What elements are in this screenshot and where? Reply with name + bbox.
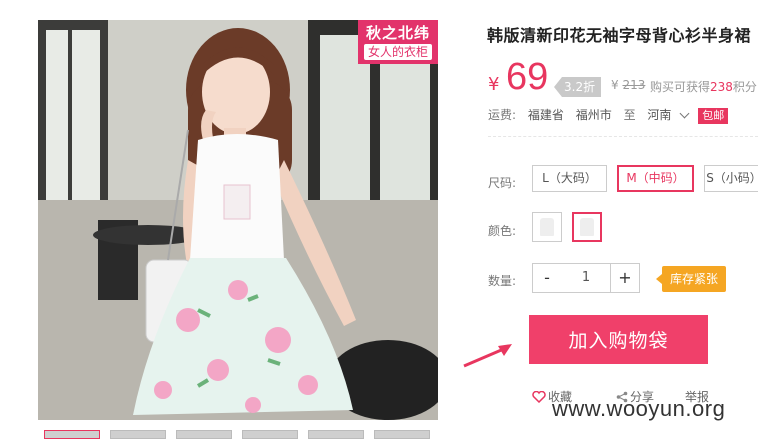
quantity-label: 数量: bbox=[488, 274, 517, 288]
ship-to-province-select[interactable]: 河南 bbox=[647, 108, 694, 122]
thumbnail-4[interactable] bbox=[242, 430, 298, 439]
watermark: www.wooyun.org bbox=[552, 396, 726, 421]
free-shipping-badge: 包邮 bbox=[698, 108, 729, 124]
thumbnail-3[interactable] bbox=[176, 430, 232, 439]
color-option-2[interactable] bbox=[572, 212, 602, 242]
brand-logo: 秋之北纬 女人的衣柜 bbox=[358, 20, 438, 64]
ship-from-province: 福建省 bbox=[527, 108, 564, 122]
annotation-arrow-icon bbox=[463, 344, 512, 368]
chevron-down-icon bbox=[679, 108, 690, 119]
thumbnail-5[interactable] bbox=[308, 430, 364, 439]
original-price-value: 213 bbox=[622, 78, 646, 92]
points-prefix: 购买可获得 bbox=[650, 80, 711, 94]
quantity-decrease-button[interactable]: - bbox=[532, 263, 562, 293]
ship-from-city: 福州市 bbox=[575, 108, 612, 122]
original-currency: ¥ bbox=[611, 78, 619, 92]
original-price: ¥ 213 bbox=[611, 78, 645, 92]
quantity-input[interactable]: 1 bbox=[561, 263, 611, 293]
points-suffix: 积分 bbox=[732, 80, 757, 94]
ship-to-word: 至 bbox=[623, 108, 636, 122]
shipping-row: 运费: 福建省 福州市 至 河南 包邮 bbox=[488, 106, 736, 124]
low-stock-tip: 库存紧张 bbox=[655, 266, 727, 292]
brand-name: 秋之北纬 bbox=[365, 24, 430, 42]
currency-symbol: ¥ bbox=[488, 74, 500, 95]
color-swatch-image bbox=[540, 218, 554, 236]
thumbnail-1[interactable] bbox=[44, 430, 100, 439]
points-info: 购买可获得238积分 bbox=[650, 78, 757, 95]
thumbnail-2[interactable] bbox=[110, 430, 166, 439]
product-photo bbox=[38, 20, 438, 420]
price-row: ¥ 69 3.2折 ¥ 213 购买可获得238积分 bbox=[488, 56, 758, 100]
size-option-m[interactable]: M（中码） bbox=[617, 165, 694, 192]
product-main-image: 秋之北纬 女人的衣柜 bbox=[38, 20, 438, 420]
discount-badge: 3.2折 bbox=[554, 77, 602, 97]
quantity-increase-button[interactable]: + bbox=[610, 263, 640, 293]
product-title: 韩版清新印花无袖字母背心衫半身裙 bbox=[487, 26, 752, 45]
color-option-1[interactable] bbox=[532, 212, 562, 242]
shipping-label: 运费: bbox=[488, 108, 517, 122]
add-to-bag-button[interactable]: 加入购物袋 bbox=[529, 315, 708, 364]
color-label: 颜色: bbox=[488, 224, 517, 238]
thumbnail-strip bbox=[44, 430, 434, 439]
size-label: 尺码: bbox=[488, 176, 517, 190]
current-price: 69 bbox=[506, 56, 549, 98]
size-option-l[interactable]: L（大码） bbox=[532, 165, 607, 192]
heart-icon bbox=[532, 390, 546, 404]
color-swatch-image bbox=[580, 218, 594, 236]
thumbnail-6[interactable] bbox=[374, 430, 430, 439]
ship-to-province: 河南 bbox=[647, 108, 672, 122]
points-value: 238 bbox=[710, 80, 733, 94]
divider bbox=[488, 136, 758, 137]
size-option-s[interactable]: S（小码） bbox=[704, 165, 758, 192]
brand-slogan: 女人的衣柜 bbox=[364, 44, 432, 60]
